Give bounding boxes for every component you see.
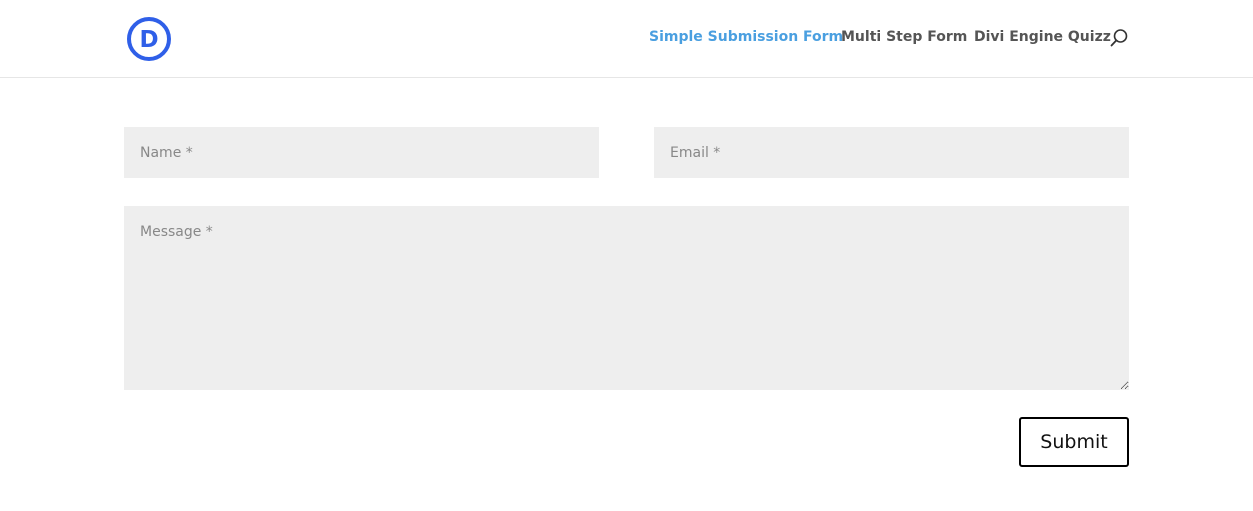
- nav-link-multi-step-form[interactable]: Multi Step Form: [841, 28, 967, 46]
- email-field[interactable]: [654, 127, 1129, 178]
- nav-link-divi-engine-quizz[interactable]: Divi Engine Quizz: [974, 28, 1111, 46]
- site-header: D Simple Submission Form Multi Step Form…: [0, 0, 1253, 78]
- name-field[interactable]: [124, 127, 599, 178]
- nav-link-simple-submission-form[interactable]: Simple Submission Form: [649, 28, 843, 46]
- search-button[interactable]: [1108, 27, 1130, 49]
- main-nav: Simple Submission Form Multi Step Form D…: [0, 28, 1253, 48]
- submit-button[interactable]: Submit: [1019, 417, 1129, 467]
- message-field[interactable]: [124, 206, 1129, 390]
- search-icon: [1110, 29, 1128, 47]
